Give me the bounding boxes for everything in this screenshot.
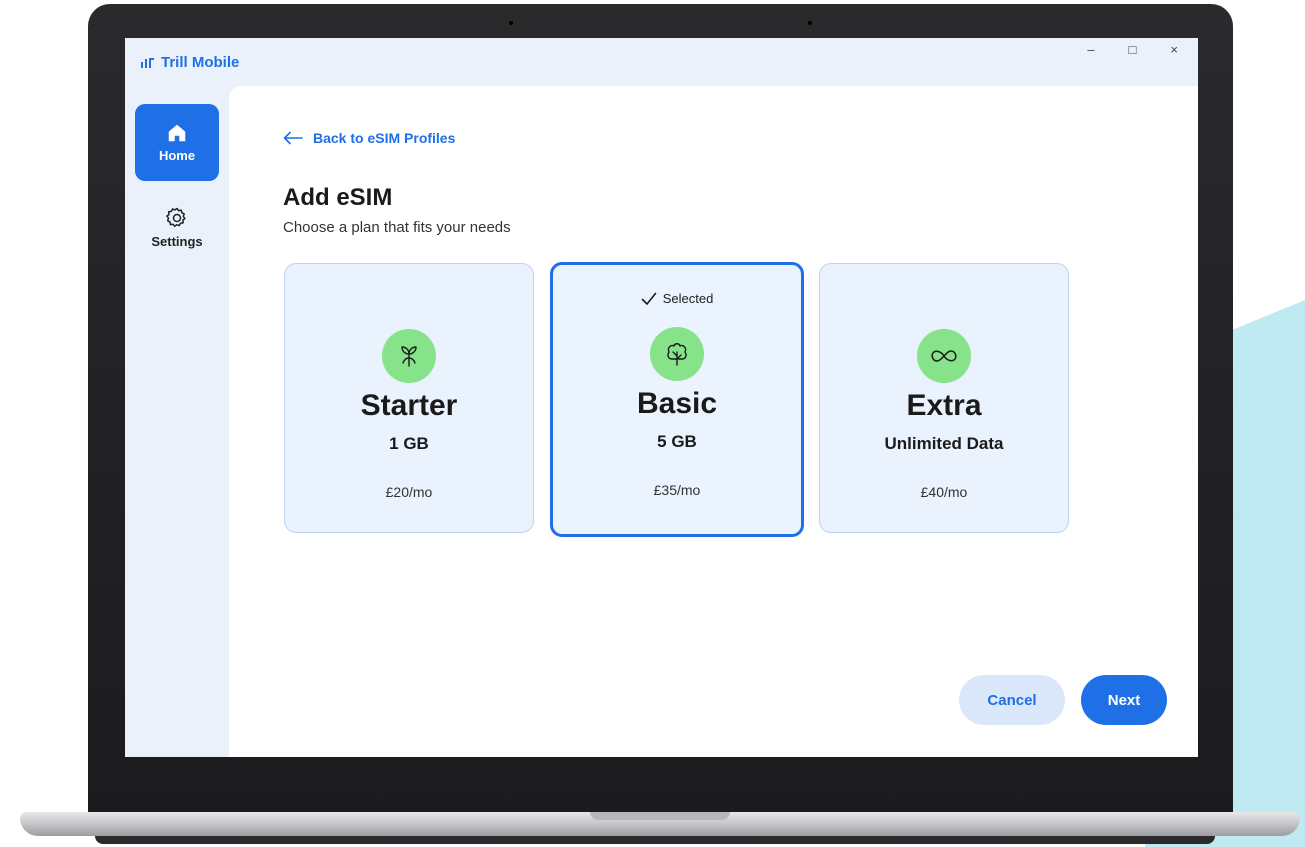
- sidebar-item-label: Settings: [151, 233, 203, 249]
- sensor-dot: [808, 21, 812, 25]
- plan-card-basic[interactable]: Selected Basic 5 GB £35/mo: [550, 262, 804, 537]
- plan-card-extra[interactable]: Extra Unlimited Data £40/mo: [819, 263, 1069, 533]
- tree-icon: [667, 343, 687, 366]
- signal-bars-icon: [141, 57, 154, 68]
- plan-icon-badge: [382, 329, 436, 383]
- sidebar-item-label: Home: [158, 148, 196, 163]
- selected-label: Selected: [662, 291, 714, 306]
- window-controls: – □ ×: [1087, 42, 1178, 57]
- plan-card-starter[interactable]: Starter 1 GB £20/mo: [284, 263, 534, 533]
- main-content: Back to eSIM Profiles Add eSIM Choose a …: [229, 86, 1198, 757]
- title-bar: Trill Mobile – □ ×: [125, 38, 1198, 86]
- laptop-notch: [590, 812, 730, 820]
- sidebar: Home Settings: [125, 86, 229, 757]
- minimize-button[interactable]: –: [1087, 42, 1094, 57]
- plan-data: Unlimited Data: [884, 434, 1004, 453]
- plan-price: £20/mo: [385, 484, 433, 500]
- plan-name: Extra: [906, 389, 982, 422]
- plan-name: Basic: [636, 387, 718, 420]
- app-brand: Trill Mobile: [141, 54, 239, 71]
- sidebar-item-settings[interactable]: Settings: [135, 192, 219, 262]
- plan-price: £35/mo: [653, 482, 701, 498]
- app-window: Trill Mobile – □ × Home Settings Back to…: [125, 38, 1198, 757]
- plan-icon-badge: [917, 329, 971, 383]
- back-link-label: Back to eSIM Profiles: [313, 130, 456, 146]
- checkmark-icon: [641, 292, 657, 305]
- page-title: Add eSIM: [283, 184, 393, 211]
- infinity-icon: [931, 350, 957, 362]
- sidebar-item-home[interactable]: Home: [135, 104, 219, 181]
- plan-icon-badge: [650, 327, 704, 381]
- plan-name: Starter: [360, 389, 458, 422]
- back-link[interactable]: Back to eSIM Profiles: [283, 130, 455, 146]
- plan-data: 5 GB: [657, 432, 697, 451]
- arrow-left-icon: [283, 131, 303, 145]
- cancel-button[interactable]: Cancel: [959, 675, 1065, 725]
- plan-price: £40/mo: [920, 484, 968, 500]
- home-icon: [168, 124, 186, 142]
- selected-indicator: Selected: [553, 291, 801, 306]
- page-subtitle: Choose a plan that fits your needs: [283, 219, 511, 236]
- laptop-base-shadow: [95, 836, 1215, 844]
- next-button[interactable]: Next: [1081, 675, 1167, 725]
- laptop-base: [20, 812, 1300, 836]
- sprout-icon: [401, 346, 417, 367]
- gear-icon: [166, 207, 186, 227]
- close-button[interactable]: ×: [1170, 42, 1178, 57]
- plan-data: 1 GB: [389, 434, 429, 453]
- sensor-dot: [509, 21, 513, 25]
- app-title: Trill Mobile: [161, 54, 240, 71]
- maximize-button[interactable]: □: [1129, 42, 1137, 57]
